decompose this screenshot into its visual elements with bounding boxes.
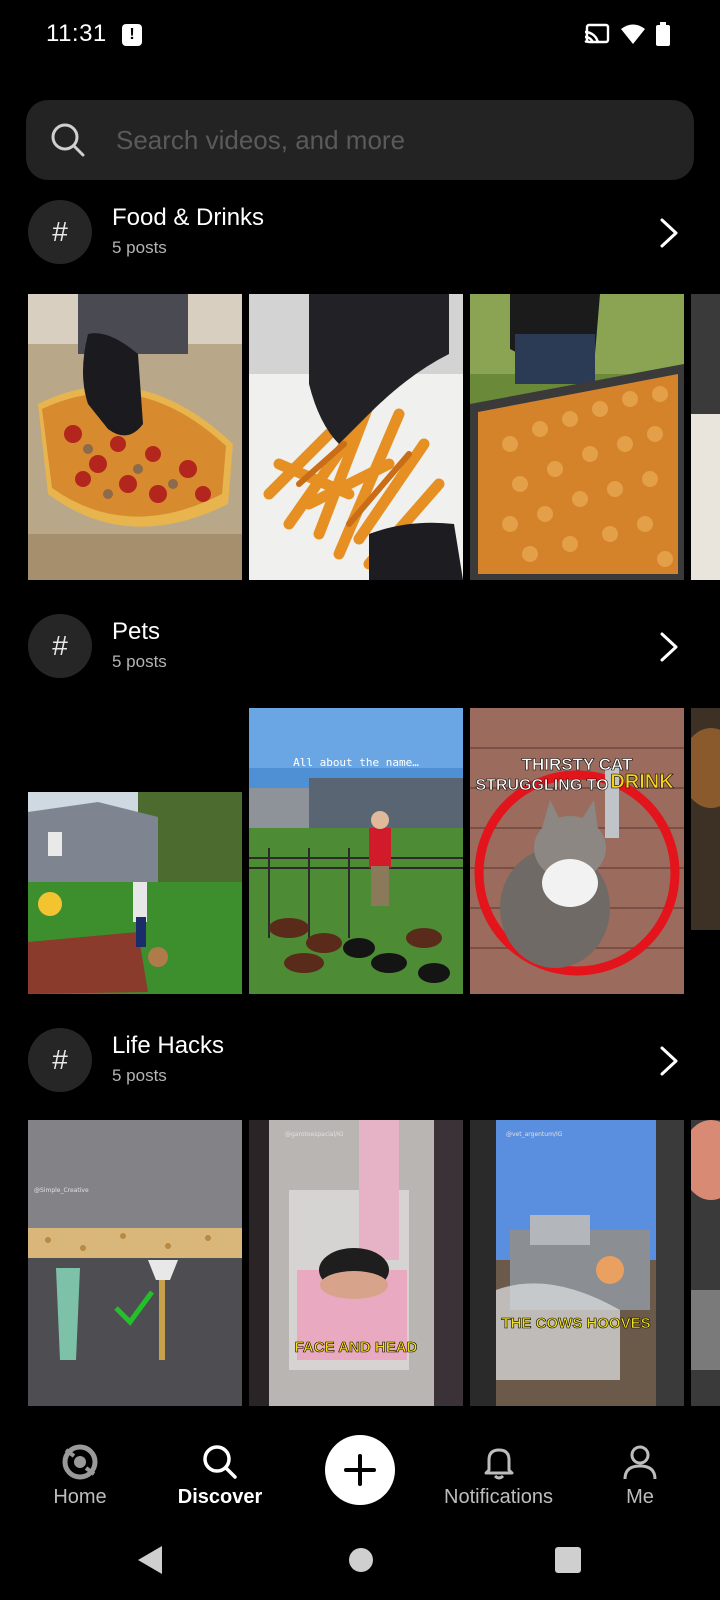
nav-discover-label: Discover xyxy=(177,1486,263,1508)
video-thumbnail-face-head[interactable]: FACE AND HEAD @garotoespacial/IG xyxy=(249,1120,463,1406)
hashtag-icon: # xyxy=(28,1028,92,1092)
video-thumbnail-wings[interactable] xyxy=(470,294,684,580)
video-thumbnail-hacks-partial[interactable] xyxy=(691,1120,720,1406)
nav-me-label: Me xyxy=(626,1486,654,1508)
plus-icon xyxy=(344,1454,376,1486)
chevron-right-icon[interactable] xyxy=(654,630,684,664)
section-post-count: 5 posts xyxy=(112,1066,167,1085)
create-post-button[interactable] xyxy=(325,1435,395,1505)
thumbnail-caption: All about the name… xyxy=(293,756,419,769)
nav-notifications[interactable]: Notifications xyxy=(426,1440,571,1509)
status-time: 11:31 xyxy=(46,20,107,47)
video-thumbnail-pizza[interactable] xyxy=(28,294,242,580)
nav-notifications-label: Notifications xyxy=(444,1486,553,1508)
alert-icon: ! xyxy=(122,24,142,46)
battery-icon xyxy=(656,22,670,46)
thumbnail-caption: FACE AND HEAD xyxy=(295,1339,418,1356)
section-title: Pets xyxy=(112,618,161,645)
home-circle-icon[interactable] xyxy=(348,1547,374,1573)
bell-icon xyxy=(484,1448,513,1480)
thumbnail-caption: THE COWS HOOVES xyxy=(501,1315,650,1332)
nav-home-label: Home xyxy=(53,1486,107,1508)
section-header-food-drinks[interactable]: # Food & Drinks 5 posts xyxy=(28,200,694,264)
chevron-right-icon[interactable] xyxy=(654,1044,684,1078)
video-thumbnail-thirsty-cat[interactable]: THIRSTY CAT STRUGGLING TO DRINK xyxy=(470,708,684,994)
profile-icon xyxy=(623,1445,657,1480)
video-thumbnail-wall-anchor[interactable]: @Simple_Creative xyxy=(28,1120,242,1406)
video-thumbnail-cows-hooves[interactable]: THE COWS HOOVES @vet_argentum/IG xyxy=(470,1120,684,1406)
thumbnail-watermark: @garotoespacial/IG xyxy=(285,1131,344,1138)
nav-me[interactable]: Me xyxy=(580,1440,700,1509)
hashtag-icon: # xyxy=(28,614,92,678)
search-bar[interactable] xyxy=(26,100,694,180)
thumbnail-row-food-drinks xyxy=(28,294,720,580)
section-post-count: 5 posts xyxy=(112,652,167,671)
status-bar: 11:31 ! xyxy=(0,0,720,72)
thumbnail-watermark: @vet_argentum/IG xyxy=(506,1131,563,1138)
bottom-nav: Home Discover Notifications Me xyxy=(0,1420,720,1530)
thumbnail-watermark: @Simple_Creative xyxy=(34,1187,89,1194)
search-icon xyxy=(51,123,85,157)
section-header-life-hacks[interactable]: # Life Hacks 5 posts xyxy=(28,1028,694,1092)
cast-icon xyxy=(584,23,610,44)
system-nav-bar xyxy=(0,1530,720,1600)
nav-discover[interactable]: Discover xyxy=(160,1440,280,1509)
recents-icon[interactable] xyxy=(554,1546,582,1574)
thumbnail-caption-line2: STRUGGLING TO xyxy=(475,777,608,794)
home-logo-icon xyxy=(62,1444,98,1480)
video-thumbnail-food-partial[interactable] xyxy=(691,294,720,580)
thumbnail-row-life-hacks: @Simple_Creative FACE AND HEAD @garotoes… xyxy=(28,1120,720,1406)
video-thumbnail-dogs-fence[interactable]: All about the name… xyxy=(249,708,463,994)
status-icons xyxy=(584,22,670,46)
section-title: Life Hacks xyxy=(112,1032,225,1059)
back-icon[interactable] xyxy=(136,1544,166,1576)
chevron-right-icon[interactable] xyxy=(654,216,684,250)
hashtag-icon: # xyxy=(28,200,92,264)
video-thumbnail-fries[interactable] xyxy=(249,294,463,580)
wifi-icon xyxy=(621,24,645,44)
search-icon xyxy=(203,1445,237,1479)
section-header-pets[interactable]: # Pets 5 posts xyxy=(28,614,694,678)
section-title: Food & Drinks xyxy=(112,204,265,231)
search-input[interactable] xyxy=(116,124,656,156)
thumbnail-row-pets: All about the name… THIRSTY CAT STRUGGLI… xyxy=(28,708,720,994)
section-post-count: 5 posts xyxy=(112,238,167,257)
video-thumbnail-pets-partial[interactable] xyxy=(691,708,720,930)
video-thumbnail-backyard[interactable] xyxy=(28,792,242,994)
nav-home[interactable]: Home xyxy=(20,1440,140,1509)
thumbnail-caption-highlight: DRINK xyxy=(610,771,674,793)
